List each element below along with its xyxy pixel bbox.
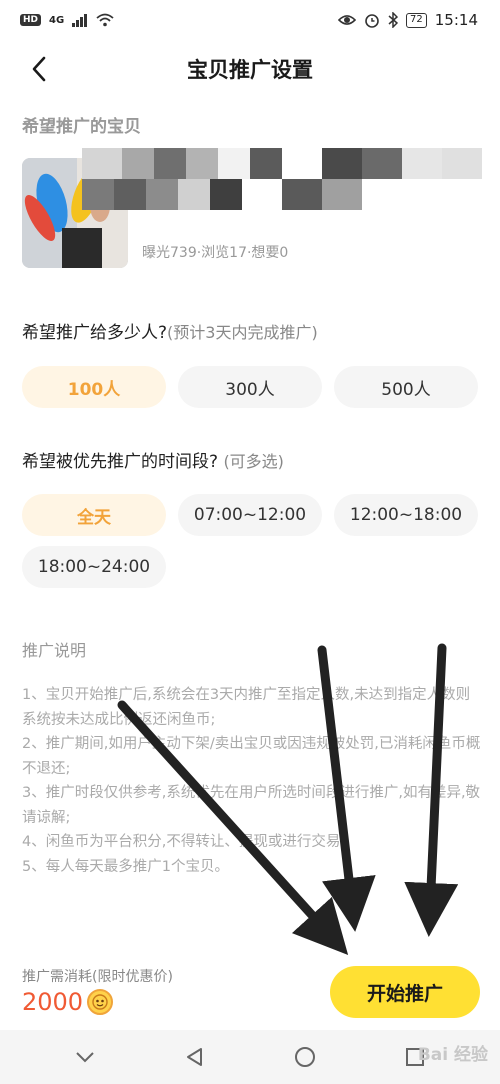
alarm-icon [365,14,379,28]
notes-list: 1、宝贝开始推广后,系统会在3天内推广至指定人数,未达到指定人数则系统按未达成比… [22,683,482,879]
product-card[interactable]: 曝光739·浏览17·想要0 [22,148,482,268]
time-option-afternoon[interactable]: 12:00~18:00 [334,494,478,536]
xianyu-coin-icon [87,989,114,1015]
nav-back-button[interactable] [175,1037,215,1077]
time-slot-question: 希望被优先推广的时间段? (可多选) [22,447,284,472]
cost-value-row: 2000 [22,988,114,1016]
notes-title: 推广说明 [22,641,87,660]
product-title-mosaic [82,148,482,210]
note-item: 3、推广时段仅供参考,系统优先在用户所选时间段进行推广,如有差异,敬请谅解; [22,785,481,826]
audience-option-300[interactable]: 300人 [178,366,322,408]
baidu-watermark: Bai 经验 [417,1045,488,1065]
status-time: 15:14 [434,11,478,29]
home-circle-icon [295,1047,315,1067]
note-item: 2、推广期间,如用户主动下架/卖出宝贝或因违规被处罚,已消耗闲鱼币概不退还; [22,736,481,777]
status-bar: HD 4G 72 15:14 [0,0,500,40]
back-triangle-icon [187,1048,202,1066]
audience-option-500[interactable]: 500人 [334,366,478,408]
wifi-icon [96,13,114,27]
chevron-down-icon [76,1052,94,1063]
time-slot-hint: (可多选) [223,452,284,471]
audience-hint: (预计3天内完成推广) [167,323,318,342]
start-promotion-button[interactable]: 开始推广 [330,966,480,1018]
time-slot-question-text: 希望被优先推广的时间段? [22,452,219,472]
audience-option-100[interactable]: 100人 [22,366,166,408]
product-stats: 曝光739·浏览17·想要0 [142,245,289,261]
battery-indicator: 72 [406,12,427,28]
nav-home-button[interactable] [285,1037,325,1077]
signal-bars-icon [72,14,88,27]
back-button[interactable] [22,52,56,86]
nav-collapse-button[interactable] [65,1037,105,1077]
audience-question-text: 希望推广给多少人? [22,323,168,343]
product-section-label: 希望推广的宝贝 [22,117,141,137]
note-item: 1、宝贝开始推广后,系统会在3天内推广至指定人数,未达到指定人数则系统按未达成比… [22,687,471,728]
note-item: 5、每人每天最多推广1个宝贝。 [22,858,229,875]
bluetooth-icon [388,12,399,28]
cost-value: 2000 [22,988,84,1016]
time-option-morning[interactable]: 07:00~12:00 [178,494,322,536]
time-option-evening[interactable]: 18:00~24:00 [22,546,166,588]
chevron-left-icon [32,56,46,82]
note-item: 4、闲鱼币为平台积分,不得转让、提现或进行交易; [22,834,346,850]
cost-label: 推广需消耗(限时优惠价) [22,969,173,985]
audience-question: 希望推广给多少人?(预计3天内完成推广) [22,318,318,343]
title-bar: 宝贝推广设置 [0,40,500,98]
eye-icon [338,15,357,25]
signal-indicator: 4G [49,14,65,26]
hd-badge: HD [20,14,42,26]
time-option-all-day[interactable]: 全天 [22,494,166,536]
page-title: 宝贝推广设置 [187,58,313,82]
